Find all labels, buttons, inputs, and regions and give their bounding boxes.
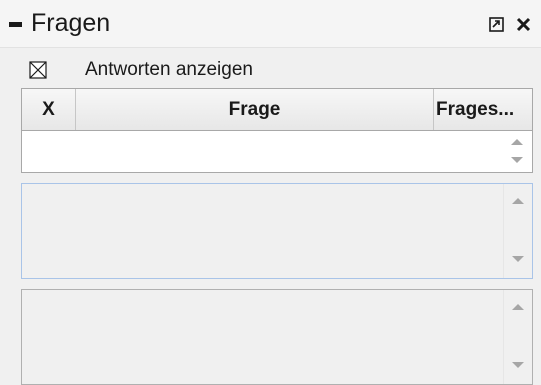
column-header-frage[interactable]: Frage bbox=[76, 89, 434, 130]
column-header-fragetyp[interactable]: Frages... bbox=[434, 89, 534, 130]
panel-title: Fragen bbox=[31, 9, 111, 37]
scroll-down-arrow-icon[interactable] bbox=[512, 256, 524, 262]
restore-window-icon[interactable] bbox=[489, 17, 504, 32]
answer-text-area[interactable] bbox=[21, 183, 533, 279]
scroll-down-arrow-icon[interactable] bbox=[512, 362, 524, 368]
question-detail-area[interactable] bbox=[21, 289, 533, 385]
detail-scrollbar[interactable] bbox=[503, 290, 532, 384]
scroll-up-arrow-icon[interactable] bbox=[512, 304, 524, 310]
column-header-x[interactable]: X bbox=[22, 89, 76, 130]
scroll-up-arrow-icon[interactable] bbox=[512, 198, 524, 204]
scroll-down-arrow-icon[interactable] bbox=[511, 157, 523, 163]
scroll-up-arrow-icon[interactable] bbox=[511, 139, 523, 145]
questions-panel: Fragen Antworten anzeigen X Frage Frages… bbox=[0, 0, 541, 385]
close-icon[interactable] bbox=[516, 17, 531, 32]
show-answers-option[interactable]: Antworten anzeigen bbox=[0, 56, 541, 86]
questions-table-header: X Frage Frages... bbox=[21, 88, 533, 131]
table-scrollbar[interactable] bbox=[503, 131, 532, 172]
questions-table-body[interactable] bbox=[21, 131, 533, 173]
show-answers-label: Antworten anzeigen bbox=[85, 59, 253, 80]
answer-scrollbar[interactable] bbox=[503, 184, 532, 278]
panel-title-bar: Fragen bbox=[0, 0, 541, 48]
show-answers-checkbox[interactable] bbox=[29, 61, 47, 79]
collapse-minus-icon[interactable] bbox=[9, 22, 22, 27]
